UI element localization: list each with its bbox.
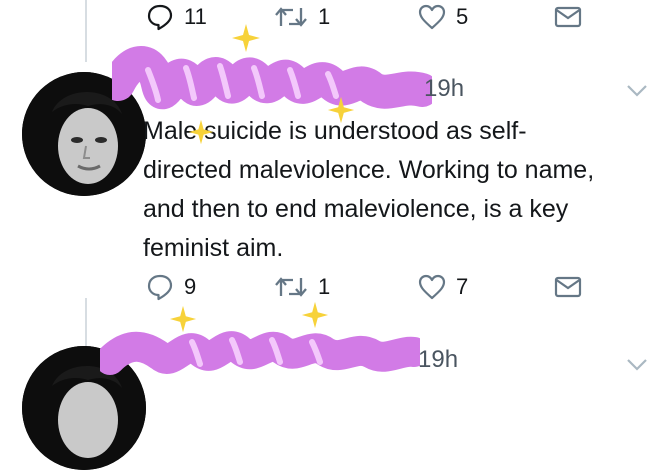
reply-count: 9 (184, 274, 197, 299)
redaction-scribble (100, 331, 420, 375)
direct-message-button[interactable] (554, 270, 582, 304)
message-icon (554, 6, 582, 28)
tweet-text: Male suicide is understood as self- dire… (143, 117, 595, 262)
author-avatar[interactable] (22, 72, 146, 196)
thread-connector-line (85, 0, 87, 62)
sparkle-sticker (301, 301, 329, 329)
sparkle-sticker (169, 305, 197, 333)
redaction-scribble (112, 46, 432, 110)
reply-icon (147, 274, 173, 301)
caret-down-icon[interactable] (626, 84, 648, 98)
previous-tweet-actions: 11 1 5 (143, 0, 603, 34)
tweet-timestamp[interactable]: 19h (424, 75, 464, 103)
reply-button[interactable]: 11 (146, 0, 207, 34)
message-icon (554, 276, 582, 298)
avatar-photo (22, 72, 146, 196)
reply-count: 11 (184, 4, 207, 29)
author-avatar[interactable] (22, 346, 146, 470)
reply-button[interactable]: 9 (146, 270, 196, 304)
retweet-icon (275, 277, 307, 297)
retweet-count: 1 (318, 274, 331, 299)
retweet-count: 1 (318, 4, 331, 29)
tweet-actions: 9 1 7 (143, 270, 603, 304)
retweet-icon (275, 7, 307, 27)
caret-down-icon[interactable] (626, 358, 648, 372)
direct-message-button[interactable] (554, 0, 582, 34)
like-button[interactable]: 7 (418, 270, 468, 304)
thread-connector-line (85, 298, 87, 348)
like-count: 5 (456, 4, 469, 29)
tweet-timestamp[interactable]: 19h (418, 346, 458, 374)
retweet-button[interactable]: 1 (274, 0, 330, 34)
avatar-photo (22, 346, 146, 470)
like-button[interactable]: 5 (418, 0, 468, 34)
retweet-button[interactable]: 1 (274, 270, 330, 304)
like-icon (418, 4, 446, 30)
like-icon (418, 274, 446, 300)
like-count: 7 (456, 274, 469, 299)
reply-icon (147, 4, 173, 31)
